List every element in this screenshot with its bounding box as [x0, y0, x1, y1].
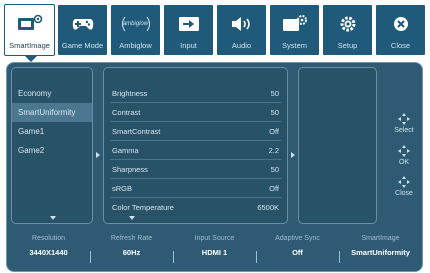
tab-label: Ambiglow [119, 41, 152, 50]
status-label: Adaptive Sync [275, 235, 320, 242]
setting-row-contrast[interactable]: Contrast 50 [110, 103, 281, 122]
tab-label: System [281, 41, 307, 50]
setting-row-sharpness[interactable]: Sharpness 50 [110, 160, 281, 179]
setting-value: 50 [270, 108, 279, 117]
status-resolution: Resolution 3440X1440 [7, 229, 90, 257]
status-label: SmartImage [361, 235, 400, 242]
chevron-right-icon [96, 152, 100, 158]
setting-row-smartcontrast[interactable]: SmartContrast Off [110, 122, 281, 141]
tab-setup[interactable]: Setup [322, 4, 373, 56]
tab-label: Input [180, 41, 197, 50]
status-refresh-rate: Refresh Rate 60Hz [90, 229, 173, 257]
setting-value: 50 [270, 165, 279, 174]
status-smartimage: SmartImage SmartUniformity [339, 229, 422, 257]
status-label: Input Source [194, 235, 235, 242]
setting-value: 2.2 [268, 146, 279, 155]
mode-list: Economy SmartUniformity Game1 Game2 [12, 84, 92, 160]
tab-system[interactable]: System [269, 4, 320, 56]
setting-name: Gamma [112, 146, 139, 155]
setting-name: Brightness [112, 89, 148, 98]
tab-smartimage[interactable]: SmartImage [4, 4, 55, 56]
chevron-right-icon [291, 152, 295, 158]
tab-label: Close [390, 41, 411, 50]
mode-item-game2[interactable]: Game2 [12, 141, 92, 160]
main-tab-bar: SmartImage Game Mode ambiglow Ambiglow I… [4, 4, 426, 62]
nav-ok[interactable]: OK [385, 145, 422, 166]
nav-close[interactable]: Close [385, 176, 422, 197]
ambiglow-logo: ambiglow [122, 21, 149, 27]
osd-panel: Economy SmartUniformity Game1 Game2 Brig… [6, 62, 423, 272]
setting-row-color-temperature[interactable]: Color Temperature 6500K [110, 198, 281, 217]
mode-item-game1[interactable]: Game1 [12, 122, 92, 141]
status-value: Off [292, 248, 303, 257]
close-icon [376, 11, 425, 37]
setting-name: SmartContrast [112, 127, 161, 136]
setting-row-gamma[interactable]: Gamma 2.2 [110, 141, 281, 160]
scroll-down-icon[interactable] [50, 216, 56, 220]
status-value: 60Hz [122, 248, 141, 257]
tab-label: Setup [337, 41, 358, 50]
mode-item-economy[interactable]: Economy [12, 84, 92, 103]
settings-column: Brightness 50 Contrast 50 SmartContrast … [103, 67, 288, 224]
setting-value: Off [269, 184, 279, 193]
tab-input[interactable]: Input [163, 4, 214, 56]
status-value: 3440X1440 [29, 248, 68, 257]
setting-name: Sharpness [112, 165, 148, 174]
system-icon [270, 11, 319, 37]
status-input-source: Input Source HDMI 1 [173, 229, 256, 257]
submenu-column [298, 67, 377, 224]
dpad-close-icon [398, 176, 410, 188]
tab-game-mode[interactable]: Game Mode [57, 4, 108, 56]
tab-label: Game Mode [61, 41, 104, 50]
tab-label: SmartImage [9, 41, 50, 50]
status-value: SmartUniformity [351, 248, 410, 257]
mode-list-column: Economy SmartUniformity Game1 Game2 [11, 67, 93, 224]
speaker-icon [217, 11, 266, 37]
nav-ok-label: OK [398, 159, 410, 166]
scroll-down-icon[interactable] [129, 216, 135, 220]
tab-label: Audio [231, 41, 252, 50]
setting-name: Color Temperature [112, 203, 174, 212]
dpad-ok-icon [398, 145, 410, 157]
status-label: Resolution [31, 235, 66, 242]
ambiglow-icon: ambiglow [111, 11, 160, 37]
gamepad-icon [58, 11, 107, 37]
input-icon [164, 11, 213, 37]
setting-name: Contrast [112, 108, 141, 117]
setting-row-srgb[interactable]: sRGB Off [110, 179, 281, 198]
status-bar: Resolution 3440X1440 Refresh Rate 60Hz I… [7, 229, 422, 271]
nav-select[interactable]: Select [385, 113, 422, 134]
nav-select-label: Select [394, 127, 414, 134]
tab-ambiglow[interactable]: ambiglow Ambiglow [110, 4, 161, 56]
gear-icon [323, 11, 372, 37]
setting-value: Off [269, 127, 279, 136]
tab-audio[interactable]: Audio [216, 4, 267, 56]
setting-row-brightness[interactable]: Brightness 50 [110, 84, 281, 103]
status-label: Refresh Rate [110, 235, 153, 242]
nav-close-label: Close [395, 190, 413, 197]
status-value: HDMI 1 [201, 248, 228, 257]
dpad-select-icon [398, 113, 410, 125]
setting-value: 6500K [257, 203, 279, 212]
setting-name: sRGB [112, 184, 133, 193]
settings-list: Brightness 50 Contrast 50 SmartContrast … [104, 84, 287, 217]
setting-value: 50 [270, 89, 279, 98]
tab-close[interactable]: Close [375, 4, 426, 56]
mode-item-smartuniformity[interactable]: SmartUniformity [12, 103, 92, 122]
status-adaptive-sync: Adaptive Sync Off [256, 229, 339, 257]
smartimage-icon [5, 11, 54, 37]
